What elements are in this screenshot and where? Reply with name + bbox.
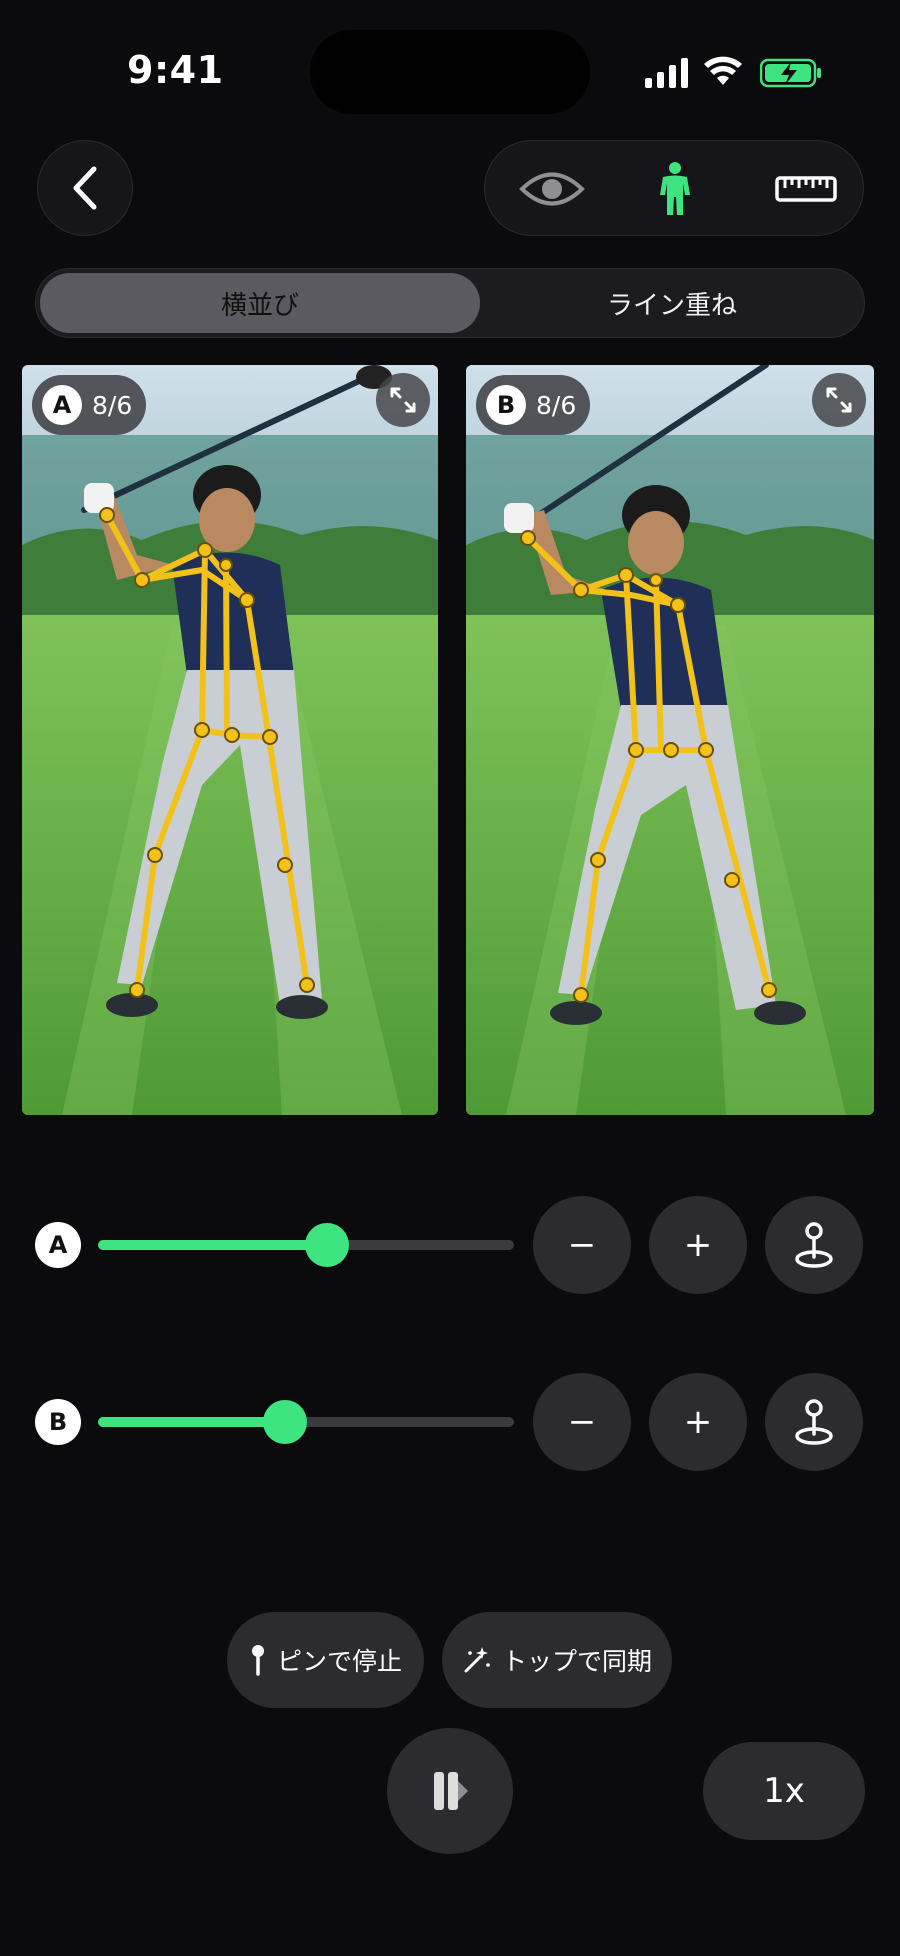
step-forward-button-b[interactable]: + bbox=[649, 1373, 747, 1471]
golfer-video-frame-a bbox=[22, 365, 438, 1115]
slider-thumb-a[interactable] bbox=[304, 1223, 349, 1267]
scrubber-label-a: A bbox=[35, 1222, 81, 1268]
frame-badge-a: A 8/6 bbox=[32, 375, 147, 435]
measure-tool-button[interactable] bbox=[771, 159, 841, 219]
segment-line-overlay[interactable]: ライン重ね bbox=[482, 273, 862, 333]
scrubber-label-b: B bbox=[35, 1399, 81, 1445]
chevron-left-icon bbox=[73, 166, 97, 210]
slider-thumb-b[interactable] bbox=[263, 1400, 308, 1444]
slider-fill-a bbox=[98, 1240, 327, 1250]
play-pause-button[interactable] bbox=[387, 1728, 513, 1854]
scrubber-slider-a[interactable] bbox=[98, 1223, 514, 1267]
view-mode-segmented-control: 横並び ライン重ね bbox=[35, 268, 865, 338]
step-forward-button-a[interactable]: + bbox=[649, 1196, 747, 1294]
expand-button-a[interactable] bbox=[376, 373, 430, 427]
wifi-icon bbox=[704, 56, 742, 85]
dynamic-island bbox=[310, 30, 590, 114]
panel-letter-b: B bbox=[486, 385, 526, 425]
frame-counter-b: 8/6 bbox=[536, 390, 577, 420]
visibility-toggle-button[interactable] bbox=[515, 159, 589, 219]
pin-button-b[interactable] bbox=[765, 1373, 863, 1471]
expand-icon bbox=[826, 387, 852, 413]
video-panel-b[interactable]: B 8/6 bbox=[466, 365, 874, 1115]
panel-letter-a: A bbox=[42, 385, 82, 425]
expand-icon bbox=[390, 387, 416, 413]
cellular-signal-icon bbox=[645, 58, 688, 88]
overlay-tools-group bbox=[484, 140, 864, 236]
pin-icon bbox=[251, 1645, 264, 1676]
eye-icon bbox=[519, 172, 585, 206]
segment-side-by-side[interactable]: 横並び bbox=[40, 273, 480, 333]
sync-top-button[interactable]: トップで同期 bbox=[442, 1612, 672, 1708]
pin-marker-icon bbox=[795, 1222, 833, 1268]
slider-fill-b bbox=[98, 1417, 286, 1427]
expand-button-b[interactable] bbox=[812, 373, 866, 427]
video-panel-a[interactable]: A 8/6 bbox=[22, 365, 438, 1115]
pin-stop-label: ピンで停止 bbox=[276, 1647, 402, 1676]
magic-wand-icon bbox=[464, 1647, 490, 1673]
pin-marker-icon bbox=[795, 1399, 833, 1445]
playback-speed-button[interactable]: 1x bbox=[703, 1742, 865, 1840]
battery-charging-icon bbox=[760, 58, 821, 88]
back-button[interactable] bbox=[37, 140, 133, 236]
ruler-icon bbox=[775, 176, 837, 202]
frame-badge-b: B 8/6 bbox=[476, 375, 591, 435]
person-icon bbox=[660, 162, 690, 215]
pin-button-a[interactable] bbox=[765, 1196, 863, 1294]
golfer-video-frame-b bbox=[466, 365, 874, 1115]
status-time: 9:41 bbox=[127, 48, 224, 92]
skeleton-toggle-button[interactable] bbox=[645, 159, 705, 219]
pin-stop-button[interactable]: ピンで停止 bbox=[227, 1612, 424, 1708]
frame-counter-a: 8/6 bbox=[92, 390, 133, 420]
golf-swing-compare-screen: 9:41 横並び ライン重ね A 8/6 B 8/6 A − + B − + ピ… bbox=[0, 0, 900, 1956]
pause-play-icon bbox=[434, 1772, 468, 1810]
step-back-button-b[interactable]: − bbox=[533, 1373, 631, 1471]
scrubber-slider-b[interactable] bbox=[98, 1400, 514, 1444]
sync-top-label: トップで同期 bbox=[501, 1647, 652, 1676]
step-back-button-a[interactable]: − bbox=[533, 1196, 631, 1294]
